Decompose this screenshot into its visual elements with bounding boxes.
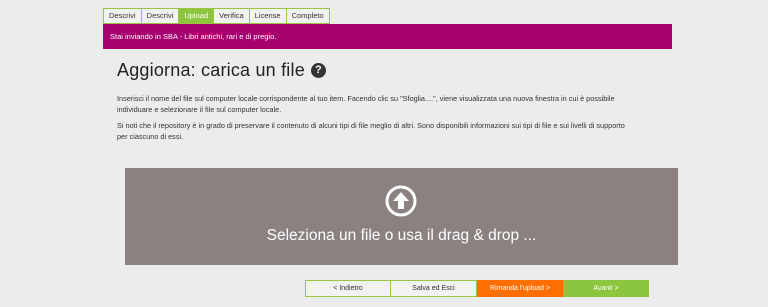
upload-arrow-icon xyxy=(385,185,417,217)
postpone-upload-button[interactable]: Rimanda l'upload > xyxy=(477,280,563,297)
instructions-paragraph: Inserisci il nome del file sul computer … xyxy=(117,94,615,114)
dropzone-label: Seleziona un file o usa il drag & drop .… xyxy=(266,227,537,244)
tab-descrivi-2[interactable]: Descrivi xyxy=(140,8,179,24)
tab-completo[interactable]: Completo xyxy=(285,8,330,24)
file-dropzone[interactable]: Seleziona un file o usa il drag & drop .… xyxy=(125,168,678,265)
tab-license[interactable]: License xyxy=(248,8,286,24)
next-button[interactable]: Avanti > xyxy=(563,280,649,297)
tab-upload[interactable]: Upload xyxy=(178,8,214,24)
back-button[interactable]: < Indietro xyxy=(305,280,391,297)
save-and-exit-button[interactable]: Salva ed Esci xyxy=(391,280,477,297)
page-title: Aggiorna: carica un file xyxy=(117,60,305,80)
question-circle-icon[interactable]: ? xyxy=(310,63,326,78)
file-support-paragraph: Si noti che il repository è in grado di … xyxy=(117,121,625,141)
tab-verifica[interactable]: Verifica xyxy=(213,8,249,24)
collection-banner: Stai inviando in SBA - Libri antichi, ra… xyxy=(103,24,672,49)
navigation-buttons: < Indietro Salva ed Esci Rimanda l'uploa… xyxy=(305,280,649,297)
page-title-row: Aggiorna: carica un file ? xyxy=(117,60,326,81)
submission-steps-tabs: Descrivi Descrivi Upload Verifica Licens… xyxy=(103,8,330,24)
tab-descrivi-1[interactable]: Descrivi xyxy=(103,8,141,24)
